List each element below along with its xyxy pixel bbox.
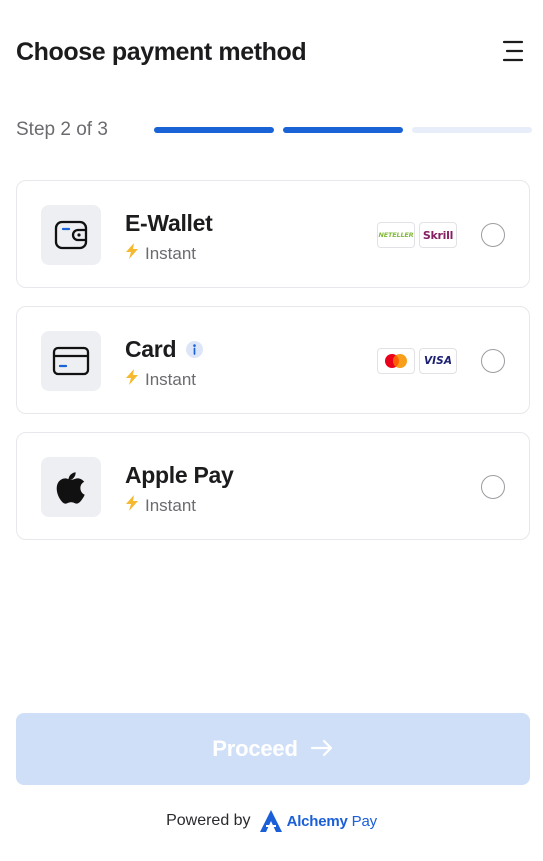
method-name-row: Card bbox=[125, 335, 204, 363]
method-card[interactable]: Card Instant VISA bbox=[16, 306, 530, 414]
header: Choose payment method bbox=[16, 36, 528, 68]
proceed-label: Proceed bbox=[212, 736, 298, 761]
step-bar-3 bbox=[412, 127, 532, 133]
arrow-right-icon bbox=[310, 739, 334, 760]
speed-label: Instant bbox=[145, 369, 197, 389]
method-speed: Instant bbox=[125, 495, 196, 516]
method-logos: NETELLER Skrill bbox=[377, 222, 457, 248]
speed-label: Instant bbox=[145, 495, 197, 515]
brand-name-second: Pay bbox=[351, 812, 377, 830]
step-bar-2 bbox=[283, 127, 403, 133]
mastercard-logo bbox=[377, 348, 415, 374]
step-label: Step 2 of 3 bbox=[16, 119, 108, 140]
bolt-icon bbox=[125, 243, 139, 264]
method-name: E-Wallet bbox=[125, 210, 213, 236]
brand-name-first: Alchemy bbox=[286, 812, 348, 830]
alchemy-pay-logo[interactable]: Alchemy Pay bbox=[259, 810, 377, 832]
method-speed: Instant bbox=[125, 243, 196, 264]
method-apple-pay[interactable]: Apple Pay Instant bbox=[16, 432, 530, 540]
alchemy-logo-icon bbox=[259, 810, 282, 832]
menu-icon[interactable] bbox=[502, 40, 524, 62]
powered-by-label: Powered by bbox=[166, 812, 251, 829]
payment-methods: E-Wallet Instant NETELLER Skrill Card In… bbox=[16, 180, 530, 558]
method-logos: VISA bbox=[377, 348, 457, 374]
method-radio[interactable] bbox=[481, 475, 505, 499]
method-name: Apple Pay bbox=[125, 462, 234, 488]
bolt-icon bbox=[125, 495, 139, 516]
wallet-icon bbox=[41, 205, 101, 265]
skrill-logo: Skrill bbox=[419, 222, 457, 248]
card-icon bbox=[41, 331, 101, 391]
page-title: Choose payment method bbox=[16, 38, 307, 66]
footer: Powered by Alchemy Pay bbox=[0, 810, 543, 832]
method-radio[interactable] bbox=[481, 349, 505, 373]
method-name: Card bbox=[125, 336, 177, 362]
proceed-button[interactable]: Proceed bbox=[16, 713, 530, 785]
stepper: Step 2 of 3 bbox=[16, 116, 532, 144]
apple-icon bbox=[41, 457, 101, 517]
info-icon[interactable] bbox=[186, 340, 204, 358]
step-bar-1 bbox=[154, 127, 274, 133]
bolt-icon bbox=[125, 369, 139, 390]
method-speed: Instant bbox=[125, 369, 196, 390]
visa-logo: VISA bbox=[419, 348, 457, 374]
speed-label: Instant bbox=[145, 243, 197, 263]
method-ewallet[interactable]: E-Wallet Instant NETELLER Skrill bbox=[16, 180, 530, 288]
step-progress bbox=[154, 127, 532, 133]
method-radio[interactable] bbox=[481, 223, 505, 247]
neteller-logo: NETELLER bbox=[377, 222, 415, 248]
